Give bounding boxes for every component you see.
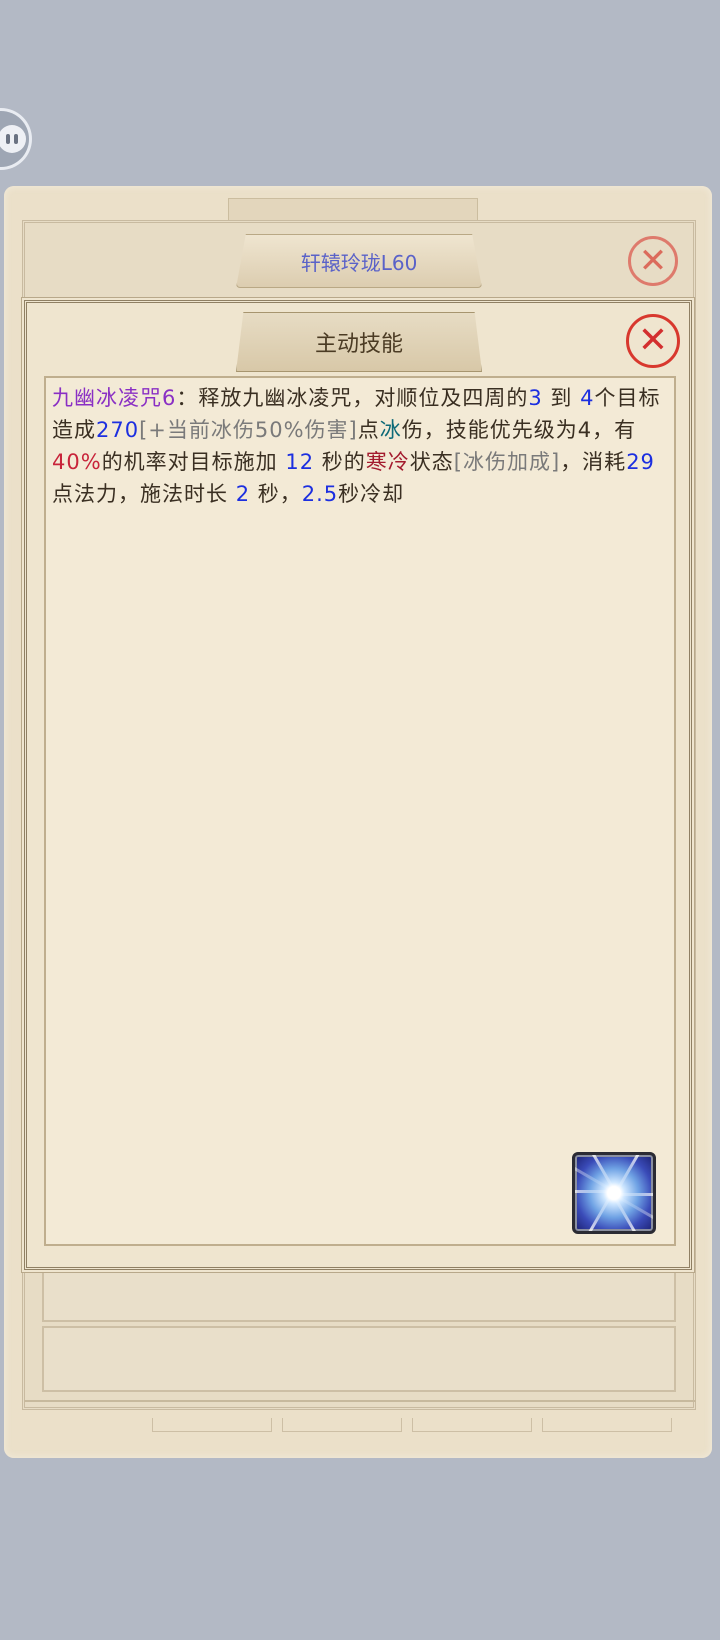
footer-tab bbox=[282, 1418, 402, 1432]
description-segment: 270 bbox=[96, 418, 140, 442]
description-segment: 40% bbox=[52, 450, 102, 474]
chat-bubble-button[interactable] bbox=[0, 108, 32, 170]
outer-title-tab: 轩辕玲珑L60 bbox=[236, 234, 482, 288]
description-segment: 2.5 bbox=[301, 482, 339, 506]
description-segment: 秒的 bbox=[314, 450, 366, 474]
chat-icon bbox=[0, 125, 26, 153]
outer-footer-divider bbox=[24, 1400, 696, 1412]
description-segment: 到 bbox=[542, 386, 581, 410]
outer-bottom-panel-2 bbox=[42, 1326, 676, 1392]
outer-tab-ghost bbox=[228, 198, 478, 222]
description-segment: [+当前冰伤50%伤害] bbox=[139, 418, 358, 442]
outer-close-button[interactable]: ✕ bbox=[628, 236, 678, 286]
skill-dialog-close-button[interactable]: ✕ bbox=[626, 314, 680, 368]
description-segment: 4 bbox=[580, 386, 595, 410]
description-segment: 点 bbox=[357, 418, 380, 442]
outer-window-title: 轩辕玲珑L60 bbox=[300, 250, 418, 275]
description-segment: 12 bbox=[285, 450, 315, 474]
description-segment: 九幽冰凌咒6 bbox=[52, 386, 177, 410]
snowflake-icon[interactable] bbox=[572, 1152, 656, 1234]
description-segment: 冰 bbox=[379, 418, 402, 442]
close-icon: ✕ bbox=[638, 241, 668, 281]
description-segment: 状态 bbox=[409, 450, 454, 474]
footer-tab bbox=[152, 1418, 272, 1432]
footer-tab bbox=[412, 1418, 532, 1432]
description-segment: 29 bbox=[626, 450, 655, 474]
description-segment: 2 bbox=[235, 482, 251, 506]
close-icon: ✕ bbox=[637, 320, 669, 361]
description-segment: ：释放九幽冰凌咒，对顺位及四周的 bbox=[176, 386, 529, 410]
skill-description: 九幽冰凌咒6：释放九幽冰凌咒，对顺位及四周的3 到 4个目标造成270[+当前冰… bbox=[52, 382, 672, 510]
description-segment: 点法力，施法时长 bbox=[52, 482, 236, 506]
description-segment: 秒， bbox=[250, 482, 302, 506]
description-segment: ，消耗 bbox=[560, 450, 627, 474]
skill-dialog-title: 主动技能 bbox=[314, 332, 403, 357]
outer-bottom-panel-1 bbox=[42, 1266, 676, 1322]
description-segment: 3 bbox=[528, 386, 543, 410]
description-segment: 伤，技能优先级为4，有 bbox=[401, 418, 637, 442]
description-segment: [冰伤加成] bbox=[453, 450, 561, 474]
skill-dialog-title-tab: 主动技能 bbox=[236, 312, 482, 372]
description-segment: 寒冷 bbox=[365, 450, 410, 474]
footer-tab bbox=[542, 1418, 672, 1432]
description-segment: 的机率对目标施加 bbox=[101, 450, 286, 474]
description-segment: 秒冷却 bbox=[338, 482, 405, 506]
